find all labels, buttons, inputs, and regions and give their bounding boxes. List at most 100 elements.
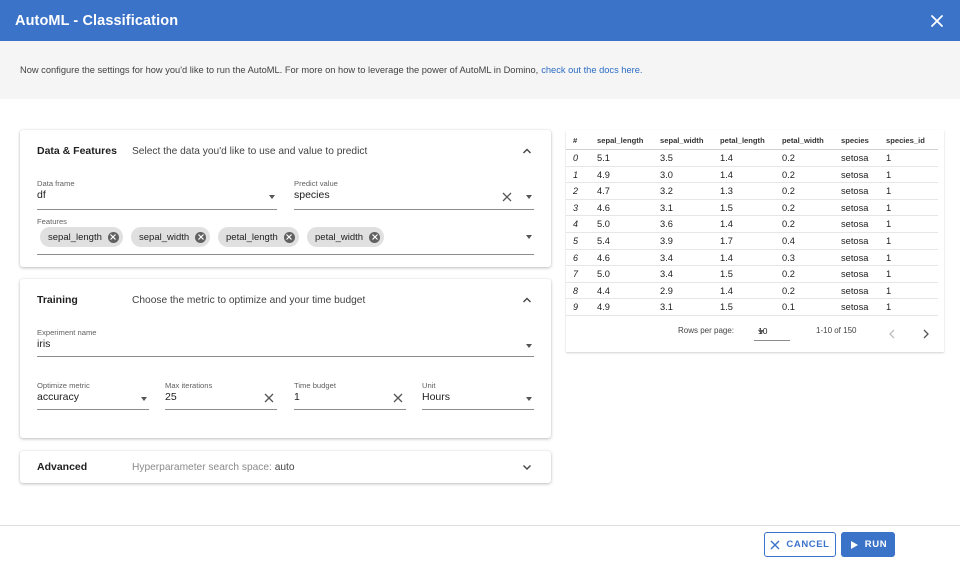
table-cell: setosa — [841, 219, 869, 230]
table-cell: 3.2 — [660, 186, 673, 197]
table-cell: 5.4 — [597, 236, 610, 246]
unit-select[interactable]: Unit Hours — [422, 381, 534, 410]
data-frame-label: Data frame — [37, 179, 75, 188]
optimize-metric-select[interactable]: Optimize metric accuracy — [37, 381, 149, 410]
table-cell: setosa — [841, 285, 869, 296]
remove-chip-icon[interactable] — [369, 231, 381, 243]
table-cell: 1.4 — [720, 153, 733, 163]
time-budget-label: Time budget — [294, 381, 336, 390]
remove-chip-icon[interactable] — [107, 231, 119, 243]
row-index: 0 — [573, 153, 579, 163]
advanced-card[interactable]: Advanced Hyperparameter search space: au… — [20, 451, 551, 483]
optimize-metric-value: accuracy — [37, 391, 80, 403]
table-cell: 0.1 — [782, 302, 795, 313]
table-cell: 3.6 — [660, 219, 673, 230]
row-index: 8 — [573, 285, 579, 296]
docs-link[interactable]: check out the docs here. — [541, 65, 642, 75]
rows-per-page-select[interactable]: 10 — [754, 323, 790, 341]
table-cell: setosa — [841, 169, 869, 180]
table-cell: setosa — [841, 186, 869, 197]
data-frame-select[interactable]: Data frame df — [37, 179, 277, 210]
play-icon — [849, 540, 859, 550]
clear-icon[interactable] — [393, 393, 403, 403]
table-cell: 4.6 — [597, 252, 610, 263]
training-header[interactable]: Training Choose the metric to optimize a… — [20, 279, 551, 321]
max-iterations-input[interactable]: Max iterations 25 — [165, 381, 277, 410]
clear-icon[interactable] — [264, 393, 274, 403]
table-cell: 1 — [886, 153, 892, 163]
table-cell: 1.4 — [720, 219, 733, 230]
table-cell: 1.4 — [720, 285, 733, 296]
column-header[interactable]: sepal_width — [660, 136, 703, 145]
feature-chip[interactable]: sepal_length — [40, 227, 123, 247]
chevron-up-icon[interactable] — [521, 294, 533, 306]
row-index: 1 — [573, 169, 579, 180]
training-subtitle: Choose the metric to optimize and your t… — [132, 294, 366, 306]
column-header[interactable]: species — [841, 136, 869, 145]
table-cell: 1.5 — [720, 202, 733, 213]
table-cell: setosa — [841, 236, 869, 246]
experiment-name-value: iris — [37, 338, 51, 350]
table-cell: 3.4 — [660, 269, 673, 280]
table-cell: 0.2 — [782, 285, 795, 296]
table-cell: 1.4 — [720, 252, 733, 263]
data-features-card: Data & Features Select the data you'd li… — [20, 130, 551, 267]
remove-chip-icon[interactable] — [195, 231, 207, 243]
row-index: 5 — [573, 236, 579, 246]
data-features-title: Data & Features — [37, 145, 117, 157]
chevron-up-icon[interactable] — [521, 145, 533, 157]
features-multiselect[interactable]: Features sepal_length sepal_width petal_… — [37, 217, 534, 255]
table-cell: 0.2 — [782, 219, 795, 230]
prev-page-icon[interactable] — [888, 329, 896, 339]
column-header[interactable]: sepal_length — [597, 136, 643, 145]
next-page-icon[interactable] — [922, 329, 930, 339]
column-header[interactable]: petal_length — [720, 136, 765, 145]
time-budget-input[interactable]: Time budget 1 — [294, 381, 406, 410]
table-row: 4 5.0 3.6 1.4 0.2 setosa 1 — [566, 216, 938, 233]
feature-chip[interactable]: petal_length — [218, 227, 299, 247]
table-cell: 1 — [886, 186, 892, 197]
data-features-header[interactable]: Data & Features Select the data you'd li… — [20, 130, 551, 172]
max-iterations-value: 25 — [165, 391, 177, 403]
chevron-down-icon[interactable] — [521, 461, 533, 473]
remove-chip-icon[interactable] — [283, 231, 295, 243]
clear-icon[interactable] — [502, 192, 512, 202]
row-index: 7 — [573, 269, 579, 280]
training-title: Training — [37, 294, 78, 306]
max-iterations-label: Max iterations — [165, 381, 213, 390]
feature-chip[interactable]: petal_width — [307, 227, 385, 247]
table-row: 8 4.4 2.9 1.4 0.2 setosa 1 — [566, 283, 938, 300]
run-label: RUN — [864, 539, 888, 550]
page-range: 1-10 of 150 — [816, 326, 857, 335]
unit-label: Unit — [422, 381, 436, 390]
table-cell: 2.9 — [660, 285, 673, 296]
close-icon — [770, 540, 780, 550]
time-budget-value: 1 — [294, 391, 300, 403]
predict-value-select[interactable]: Predict value species — [294, 179, 534, 210]
chevron-down-icon — [141, 397, 147, 401]
table-cell: setosa — [841, 252, 869, 263]
run-button[interactable]: RUN — [841, 532, 895, 557]
table-cell: 1.4 — [720, 169, 733, 180]
advanced-subtitle: Hyperparameter search space: auto — [132, 462, 295, 473]
table-cell: 0.4 — [782, 236, 795, 246]
table-cell: 0.2 — [782, 153, 795, 163]
cancel-button[interactable]: CANCEL — [764, 532, 836, 557]
table-cell: 4.9 — [597, 169, 610, 180]
dialog-title: AutoML - Classification — [15, 12, 179, 29]
table-cell: 4.9 — [597, 302, 610, 313]
feature-chip[interactable]: sepal_width — [131, 227, 211, 247]
cancel-label: CANCEL — [786, 539, 830, 550]
intro-banner: Now configure the settings for how you'd… — [0, 41, 960, 99]
chevron-down-icon — [526, 344, 532, 348]
column-header[interactable]: species_id — [886, 136, 925, 145]
column-header[interactable]: # — [573, 136, 577, 145]
advanced-header[interactable]: Advanced Hyperparameter search space: au… — [20, 451, 551, 483]
table-cell: 0.2 — [782, 269, 795, 280]
column-header[interactable]: petal_width — [782, 136, 824, 145]
close-icon[interactable] — [928, 12, 946, 30]
table-row: 0 5.1 3.5 1.4 0.2 setosa 1 — [566, 150, 938, 167]
experiment-name-input[interactable]: Experiment name iris — [37, 328, 534, 357]
experiment-name-label: Experiment name — [37, 328, 97, 337]
search-space-label: Hyperparameter search space: — [132, 461, 272, 473]
